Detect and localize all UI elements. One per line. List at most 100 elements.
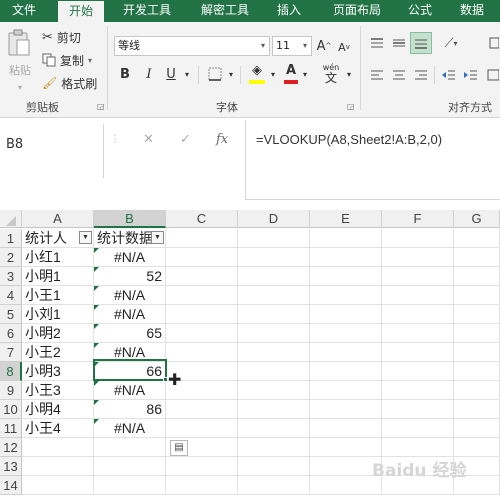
cell-g7[interactable] [454,343,500,362]
orientation-button[interactable]: ⟋ ▾ [440,34,462,52]
cell-f10[interactable] [382,400,454,419]
cell-c13[interactable] [166,457,238,476]
column-header-c[interactable]: C [166,210,238,228]
cell-a5[interactable]: 小刘1 [22,305,94,324]
cell-b4[interactable]: #N/A [94,286,166,305]
cell-e2[interactable] [310,248,382,267]
tab-page-layout[interactable]: 页面布局 [322,0,392,22]
increase-indent-button[interactable] [462,66,480,84]
filter-dropdown-icon[interactable]: ▼ [151,231,164,244]
cell-f11[interactable] [382,419,454,438]
row-header-5[interactable]: 5 [0,305,22,324]
row-header-9[interactable]: 9 [0,381,22,400]
cell-a10[interactable]: 小明4 [22,400,94,419]
cell-b1[interactable]: 统计数据 ▼ [94,229,166,248]
cell-b5[interactable]: #N/A [94,305,166,324]
column-header-e[interactable]: E [310,210,382,228]
cell-a4[interactable]: 小王1 [22,286,94,305]
underline-dropdown-icon[interactable]: ▾ [182,66,192,82]
cell-g12[interactable] [454,438,500,457]
cell-b12[interactable] [94,438,166,457]
align-top-button[interactable] [368,34,386,52]
column-header-f[interactable]: F [382,210,454,228]
align-left-button[interactable] [368,66,386,84]
cell-d10[interactable] [238,400,310,419]
cell-d8[interactable] [238,362,310,381]
cell-f3[interactable] [382,267,454,286]
cell-c10[interactable] [166,400,238,419]
tab-file[interactable]: 文件 [0,0,48,22]
paste-options-button[interactable]: ▤ [170,440,188,456]
cancel-button[interactable]: ✕ [143,132,154,147]
cell-b13[interactable] [94,457,166,476]
filter-dropdown-icon[interactable]: ▼ [79,231,92,244]
cell-d2[interactable] [238,248,310,267]
row-header-3[interactable]: 3 [0,267,22,286]
cell-e10[interactable] [310,400,382,419]
cell-g9[interactable] [454,381,500,400]
worksheet-grid[interactable]: ABCDEFG 1 2 3 4 5 6 7 8 9 10 11 12 13 14 统计人 ▼ 统计数据 ▼ 小红1… [0,210,500,500]
underline-button[interactable]: U [162,64,180,84]
row-header-6[interactable]: 6 [0,324,22,343]
cell-g3[interactable] [454,267,500,286]
cell-e4[interactable] [310,286,382,305]
align-right-button[interactable] [412,66,430,84]
cell-g2[interactable] [454,248,500,267]
row-header-10[interactable]: 10 [0,400,22,419]
cell-b14[interactable] [94,476,166,495]
cell-f4[interactable] [382,286,454,305]
cell-c1[interactable] [166,229,238,248]
cell-a9[interactable]: 小王3 [22,381,94,400]
cell-d6[interactable] [238,324,310,343]
paste-button[interactable] [6,28,32,58]
formula-input[interactable]: =VLOOKUP(A8,Sheet2!A:B,2,0) [245,120,500,200]
cell-a3[interactable]: 小明1 [22,267,94,286]
cell-e5[interactable] [310,305,382,324]
tab-insert[interactable]: 插入 [268,0,310,22]
column-header-d[interactable]: D [238,210,310,228]
cell-c14[interactable] [166,476,238,495]
cell-a6[interactable]: 小明2 [22,324,94,343]
font-launcher-icon[interactable]: ◲ [347,102,355,111]
font-color-dropdown-icon[interactable]: ▾ [300,66,310,82]
cell-d14[interactable] [238,476,310,495]
align-middle-button[interactable] [390,34,408,52]
cell-e12[interactable] [310,438,382,457]
row-header-4[interactable]: 4 [0,286,22,305]
cell-g5[interactable] [454,305,500,324]
cell-e11[interactable] [310,419,382,438]
format-painter-button[interactable]: 🖌 格式刷 [42,74,102,92]
cell-a12[interactable] [22,438,94,457]
cell-a11[interactable]: 小王4 [22,419,94,438]
fill-color-dropdown-icon[interactable]: ▾ [268,66,278,82]
borders-dropdown-icon[interactable]: ▾ [226,66,236,82]
cell-c7[interactable] [166,343,238,362]
font-color-button[interactable]: A [282,62,300,86]
cell-f7[interactable] [382,343,454,362]
fill-color-button[interactable]: ◈ [246,62,268,86]
increase-font-size-button[interactable]: A ^ [316,36,332,56]
cell-e6[interactable] [310,324,382,343]
tab-developer[interactable]: 开发工具 [112,0,182,22]
cell-d13[interactable] [238,457,310,476]
cell-b3[interactable]: 52 [94,267,166,286]
row-header-11[interactable]: 11 [0,419,22,438]
row-header-12[interactable]: 12 [0,438,22,457]
cell-a13[interactable] [22,457,94,476]
decrease-indent-button[interactable] [440,66,458,84]
cell-b10[interactable]: 86 [94,400,166,419]
font-size-select[interactable]: 11 ▾ [272,36,312,56]
cell-g11[interactable] [454,419,500,438]
cell-e3[interactable] [310,267,382,286]
cell-f1[interactable] [382,229,454,248]
cell-e8[interactable] [310,362,382,381]
cell-d3[interactable] [238,267,310,286]
decrease-font-size-button[interactable]: Av [336,38,352,56]
paste-dropdown-icon[interactable]: ▾ [13,82,27,92]
cell-e9[interactable] [310,381,382,400]
row-header-14[interactable]: 14 [0,476,22,495]
cell-g8[interactable] [454,362,500,381]
cell-e7[interactable] [310,343,382,362]
row-header-7[interactable]: 7 [0,343,22,362]
cell-f12[interactable] [382,438,454,457]
